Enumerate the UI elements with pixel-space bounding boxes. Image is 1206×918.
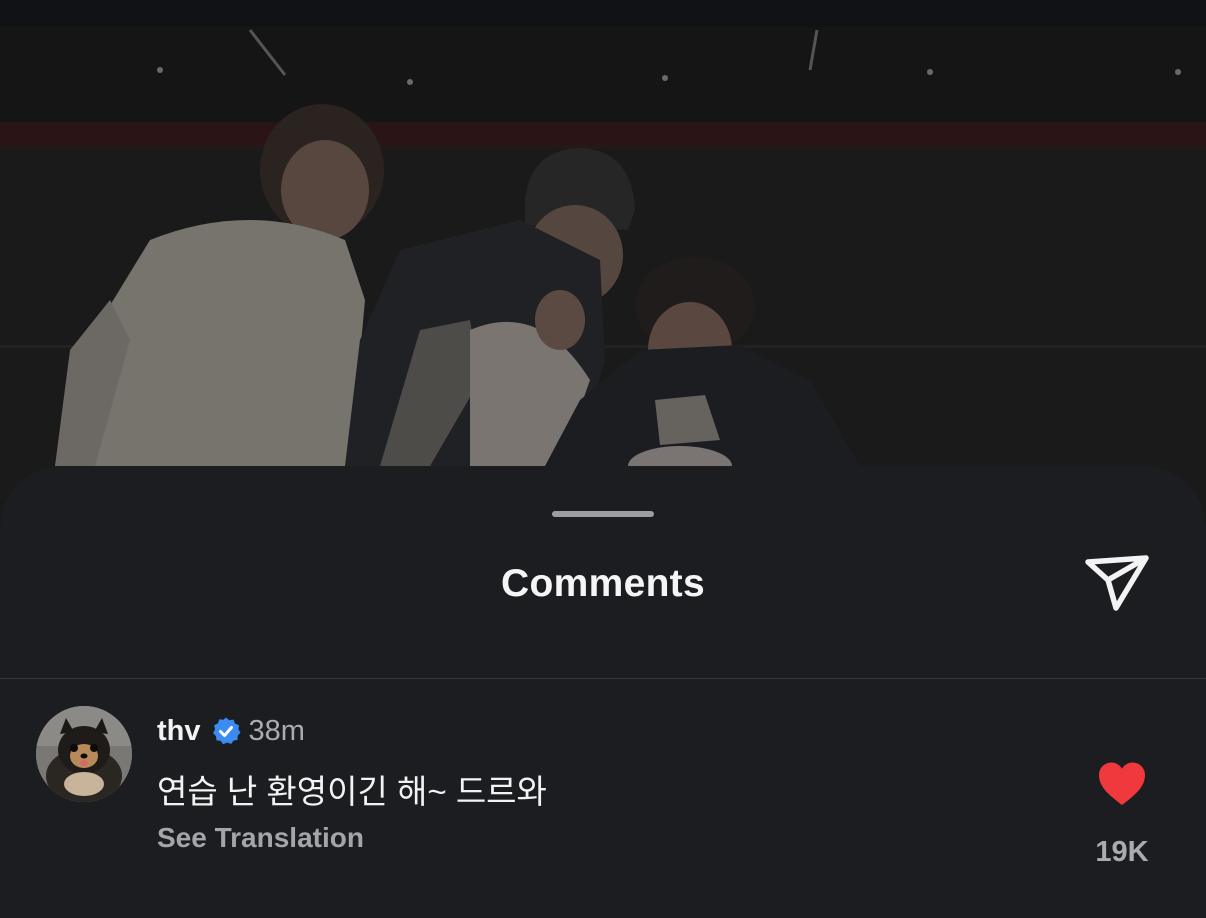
- post-photo-image: [0, 27, 1206, 520]
- verified-badge-icon: [212, 717, 240, 745]
- like-control: 19K: [1094, 761, 1150, 881]
- post-photo[interactable]: [0, 0, 1206, 520]
- sheet-drag-handle[interactable]: [552, 511, 654, 517]
- comment-text: 연습 난 환영이긴 해~ 드르와: [157, 773, 547, 810]
- see-translation-link[interactable]: See Translation: [157, 822, 364, 854]
- comments-sheet: Comments thv 38m 연습 난 환영이긴 해~ 드르와 See Tr…: [0, 466, 1206, 918]
- avatar-image: [36, 706, 132, 802]
- share-button[interactable]: [1080, 550, 1154, 616]
- avatar[interactable]: [36, 706, 132, 802]
- username[interactable]: thv: [157, 715, 201, 748]
- threads-post-screen: Comments thv 38m 연습 난 환영이긴 해~ 드르와 See Tr…: [0, 0, 1206, 918]
- like-count: 19K: [1095, 836, 1149, 868]
- comment-item: thv 38m 연습 난 환영이긴 해~ 드르와 See Translation…: [0, 679, 1206, 918]
- heart-icon[interactable]: [1097, 761, 1147, 807]
- sheet-title: Comments: [501, 562, 705, 605]
- comment-timestamp: 38m: [248, 714, 305, 747]
- paper-plane-icon: [1085, 555, 1149, 611]
- comment-header: thv 38m: [157, 713, 305, 749]
